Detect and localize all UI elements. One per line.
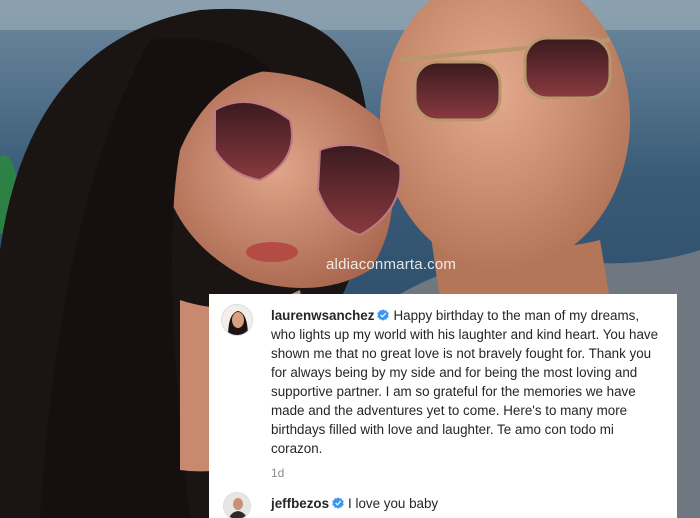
watermark-text: aldiaconmarta.com [326,256,457,273]
comment-text: Happy birthday to the man of my dreams, … [271,308,659,456]
verified-badge-icon [332,497,344,509]
avatar-jeffbezos[interactable] [223,492,251,518]
comment-username[interactable]: jeffbezos [271,496,329,511]
comments-panel: laurenwsanchez Happy birthday to the man … [209,294,677,518]
comment-body: jeffbezos I love you baby [271,494,666,513]
verified-badge-icon [377,309,390,321]
comment-timestamp: 1d [271,466,285,480]
comment-username[interactable]: laurenwsanchez [271,308,374,323]
avatar-laurenwsanchez[interactable] [221,304,253,336]
comment-body: laurenwsanchez Happy birthday to the man … [271,306,666,458]
comment-text: I love you baby [348,496,439,511]
